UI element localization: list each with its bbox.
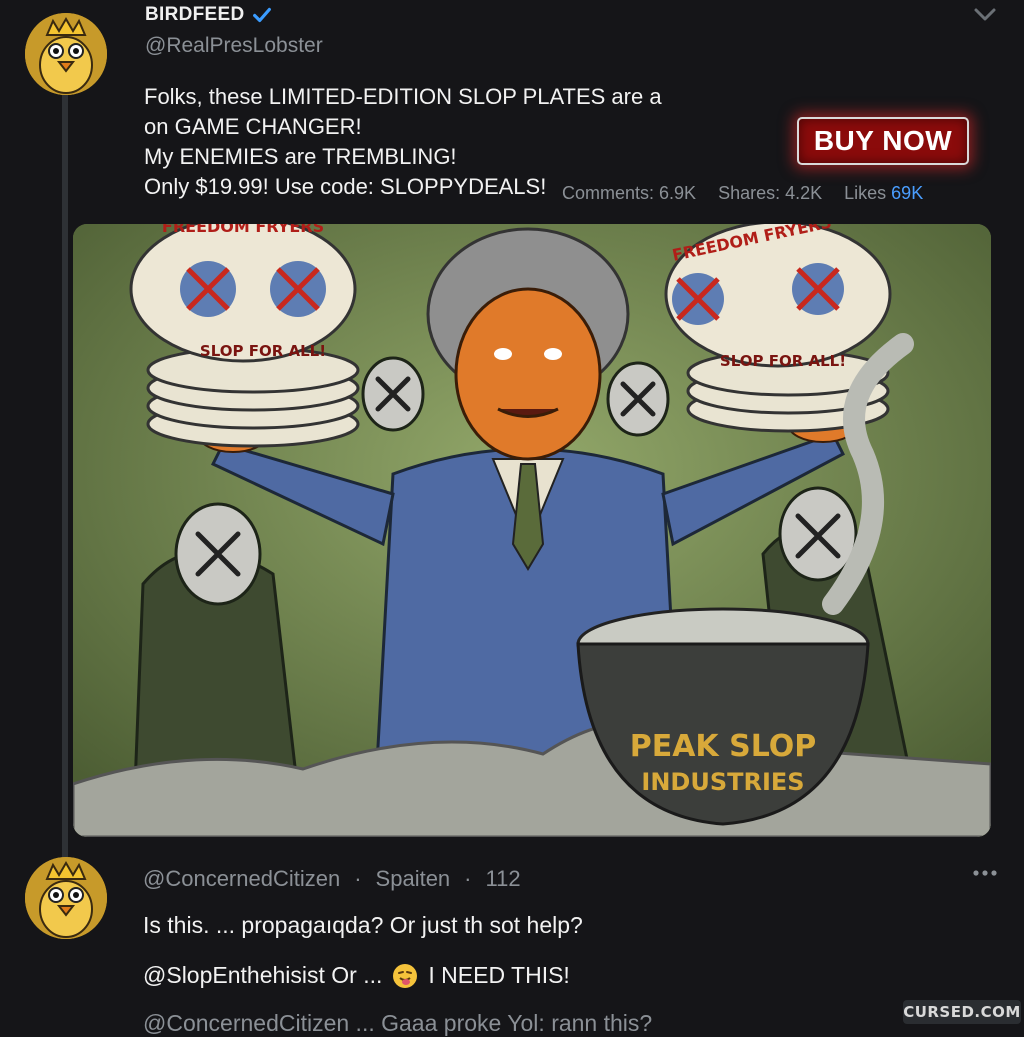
- author-name[interactable]: BIRDFEED: [145, 4, 273, 26]
- chevron-down-icon[interactable]: [972, 4, 998, 26]
- plate-stack-left: FREEDOM FRYERS SLOP FOR ALL!: [129, 224, 360, 448]
- reply-exclaim-text: I NEED THIS!: [428, 962, 570, 988]
- post-image[interactable]: FREEDOM FRYERS SLOP FOR ALL! FREEDOM FRY…: [73, 224, 991, 837]
- reply-text-line: Is this. ... propagaıqda? Or just th sot…: [143, 912, 583, 938]
- plate-right-slogan: SLOP FOR ALL!: [720, 352, 846, 370]
- reply-text-line: @SlopEnthehisist Or ... I NEED THIS!: [143, 962, 570, 989]
- thread-connector-line: [62, 92, 68, 872]
- pot-label-line1: PEAK SLOP: [630, 729, 817, 764]
- site-watermark: CURSED.COM: [903, 1000, 1021, 1024]
- post-text-line: Folks, these LIMITED-EDITION SLOP PLATES…: [144, 84, 662, 109]
- meta-separator: ·: [354, 866, 362, 891]
- post-text-line: My ENEMIES are TREMBLING!: [144, 144, 457, 169]
- reply-mention-text[interactable]: @SlopEnthehisist Or ...: [143, 962, 382, 989]
- plate-left-title: FREEDOM FRYERS: [162, 224, 324, 236]
- likes-label: Likes: [844, 183, 887, 203]
- pot-label-line2: INDUSTRIES: [641, 768, 804, 796]
- chick-mascot-icon: [25, 13, 107, 95]
- more-options-icon[interactable]: [972, 866, 998, 880]
- meta-separator: ·: [464, 866, 472, 891]
- likes-value: 69K: [891, 183, 924, 203]
- reply-location: Spaiten: [375, 866, 451, 891]
- tongue-face-emoji: [393, 963, 418, 988]
- chick-mascot-icon: [25, 857, 107, 939]
- buy-now-button[interactable]: BUY NOW: [797, 117, 969, 165]
- reply-meta: @ConcernedCitizen · Spaiten · 112: [143, 866, 521, 892]
- shares-count[interactable]: Shares: 4.2K: [718, 183, 822, 204]
- author-handle[interactable]: @RealPresLobster: [145, 34, 323, 58]
- reply-handle[interactable]: @ConcernedCitizen: [143, 866, 340, 892]
- comments-count[interactable]: Comments: 6.9K: [562, 183, 696, 204]
- author-avatar[interactable]: [25, 13, 107, 95]
- reply-count: 112: [485, 866, 521, 891]
- slop-illustration: FREEDOM FRYERS SLOP FOR ALL! FREEDOM FRY…: [73, 224, 991, 837]
- likes-count[interactable]: Likes 69K: [844, 183, 923, 204]
- reply-avatar[interactable]: [25, 857, 107, 939]
- post-text-line: on GAME CHANGER!: [144, 114, 362, 139]
- plate-left-slogan: SLOP FOR ALL!: [200, 342, 326, 360]
- post-stats: Comments: 6.9K Shares: 4.2K Likes 69K: [562, 183, 923, 204]
- verified-badge-icon: [252, 7, 271, 23]
- author-name-text[interactable]: BIRDFEED: [145, 4, 245, 26]
